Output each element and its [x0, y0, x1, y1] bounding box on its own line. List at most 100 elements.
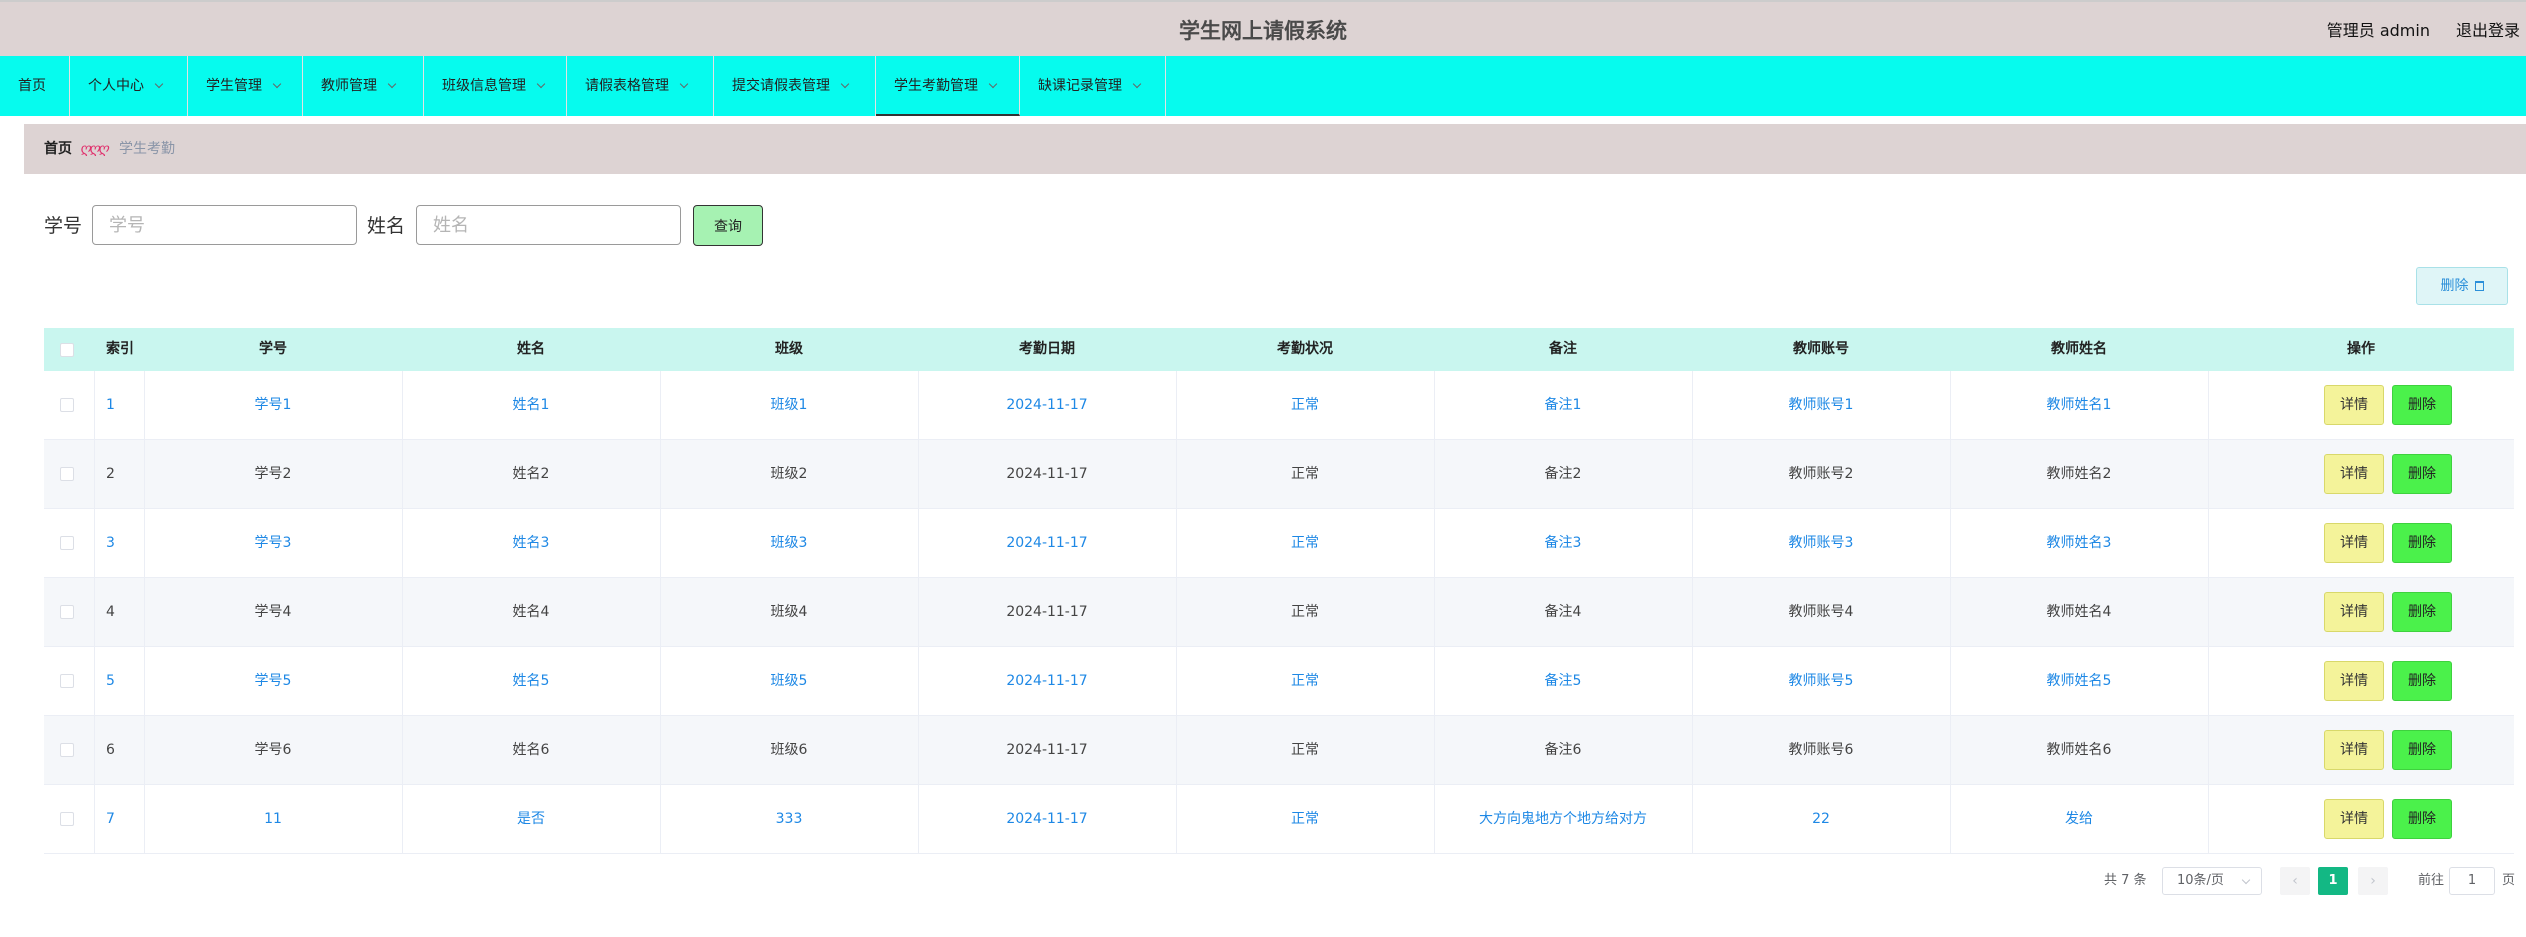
- nav-item-7[interactable]: 学生考勤管理: [876, 56, 1020, 116]
- batch-delete-label: 删除: [2440, 278, 2469, 294]
- nav-item-1[interactable]: 个人中心: [70, 56, 188, 116]
- nav-item-4[interactable]: 班级信息管理: [424, 56, 567, 116]
- student-id-input[interactable]: [92, 205, 357, 245]
- main-nav: 首页 个人中心 学生管理 教师管理 班级信息管理 请假表格管理 提交请假表管理 学生考勤管理 缺…: [0, 56, 2526, 116]
- table-row: 3 学号3 姓名3 班级3 2024-11-17 正常 备注3 教师账号3 教师姓名3 详情 删除: [44, 509, 2514, 578]
- name-input[interactable]: [416, 205, 681, 245]
- page-size-select[interactable]: 10条/页: [2162, 867, 2262, 895]
- main-content: 学号 姓名 查询 删除 索引学号姓名班级考勤日期考勤状况备注教师账号教师姓名操作…: [24, 186, 2526, 937]
- goto-unit-label: 页: [2502, 873, 2516, 888]
- student-id-label: 学号: [44, 215, 83, 237]
- nav-item-label: 提交请假表管理: [732, 78, 830, 94]
- goto-page-input[interactable]: 1: [2449, 867, 2495, 895]
- table-row: 2 学号2 姓名2 班级2 2024-11-17 正常 备注2 教师账号2 教师姓名2 详情 删除: [44, 440, 2514, 509]
- batch-delete-button[interactable]: 删除: [2416, 267, 2508, 305]
- table-row: 1 学号1 姓名1 班级1 2024-11-17 正常 备注1 教师账号1 教师姓名1 详情 删除: [44, 371, 2514, 440]
- detail-button[interactable]: 详情: [2324, 661, 2384, 701]
- pagination-total: 共 7 条: [2104, 873, 2147, 888]
- cell-name: 姓名4: [512, 604, 550, 620]
- query-button[interactable]: 查询: [693, 205, 763, 246]
- delete-button[interactable]: 删除: [2392, 523, 2452, 563]
- nav-item-5[interactable]: 请假表格管理: [567, 56, 714, 116]
- detail-button[interactable]: 详情: [2324, 592, 2384, 632]
- detail-button[interactable]: 详情: [2324, 385, 2384, 425]
- cell-student-id: 学号3: [254, 535, 292, 551]
- cell-index: 5: [106, 673, 115, 689]
- cell-name: 姓名2: [512, 466, 550, 482]
- cell-status: 正常: [1291, 397, 1319, 413]
- nav-item-label: 班级信息管理: [442, 78, 526, 94]
- detail-button[interactable]: 详情: [2324, 799, 2384, 839]
- detail-button[interactable]: 详情: [2324, 454, 2384, 494]
- delete-button[interactable]: 删除: [2392, 385, 2452, 425]
- nav-item-6[interactable]: 提交请假表管理: [714, 56, 876, 116]
- nav-item-2[interactable]: 学生管理: [188, 56, 303, 116]
- cell-teacher-name: 教师姓名1: [2046, 397, 2112, 413]
- nav-item-label: 学生考勤管理: [894, 78, 978, 94]
- cell-class: 班级5: [770, 673, 808, 689]
- nav-item-label: 学生管理: [206, 78, 262, 94]
- cell-status: 正常: [1291, 811, 1319, 827]
- row-checkbox[interactable]: [60, 674, 74, 688]
- app-title: 学生网上请假系统: [1179, 19, 1347, 43]
- detail-button[interactable]: 详情: [2324, 523, 2384, 563]
- cell-teacher-account: 教师账号2: [1788, 466, 1854, 482]
- row-checkbox[interactable]: [60, 812, 74, 826]
- prev-page-button[interactable]: ‹: [2280, 867, 2310, 895]
- chevron-down-icon: [679, 79, 689, 89]
- cell-teacher-name: 教师姓名2: [2046, 466, 2112, 482]
- cell-remark: 大方向鬼地方个地方给对方: [1479, 811, 1647, 827]
- row-checkbox[interactable]: [60, 605, 74, 619]
- goto-label: 前往: [2418, 873, 2445, 888]
- delete-button[interactable]: 删除: [2392, 592, 2452, 632]
- chevron-down-icon: [272, 79, 282, 89]
- nav-item-label: 缺课记录管理: [1038, 78, 1122, 94]
- chevron-down-icon: [988, 79, 998, 89]
- row-checkbox[interactable]: [60, 536, 74, 550]
- cell-class: 333: [775, 811, 803, 827]
- cell-status: 正常: [1291, 466, 1319, 482]
- column-header: 考勤状况: [1277, 341, 1333, 357]
- cell-name: 姓名1: [512, 397, 550, 413]
- cell-index: 7: [106, 811, 115, 827]
- page-size-value: 10条/页: [2177, 873, 2224, 888]
- row-checkbox[interactable]: [60, 467, 74, 481]
- cell-status: 正常: [1291, 673, 1319, 689]
- logout-link[interactable]: 退出登录: [2456, 21, 2520, 40]
- next-page-button[interactable]: ›: [2358, 867, 2388, 895]
- page-number-current[interactable]: 1: [2318, 867, 2348, 895]
- cell-student-id: 学号6: [254, 742, 292, 758]
- cell-class: 班级3: [770, 535, 808, 551]
- table-row: 4 学号4 姓名4 班级4 2024-11-17 正常 备注4 教师账号4 教师姓名4 详情 删除: [44, 578, 2514, 647]
- cell-class: 班级2: [770, 466, 808, 482]
- nav-item-0[interactable]: 首页: [0, 56, 70, 116]
- select-all-checkbox[interactable]: [60, 342, 74, 357]
- nav-item-label: 首页: [18, 78, 46, 94]
- row-checkbox[interactable]: [60, 398, 74, 412]
- breadcrumb-separator: ღღღ: [80, 141, 109, 157]
- cell-remark: 备注4: [1544, 604, 1582, 620]
- chevron-down-icon: [154, 79, 164, 89]
- chevron-down-icon: [840, 79, 850, 89]
- row-checkbox[interactable]: [60, 743, 74, 757]
- user-area: 管理员 admin 退出登录: [2327, 2, 2526, 60]
- delete-button[interactable]: 删除: [2392, 799, 2452, 839]
- column-header: 学号: [259, 341, 287, 357]
- table-row: 6 学号6 姓名6 班级6 2024-11-17 正常 备注6 教师账号6 教师姓名6 详情 删除: [44, 716, 2514, 785]
- cell-name: 是否: [517, 811, 545, 827]
- cell-remark: 备注2: [1544, 466, 1582, 482]
- column-header: 考勤日期: [1019, 341, 1075, 357]
- nav-item-3[interactable]: 教师管理: [303, 56, 424, 116]
- cell-status: 正常: [1291, 742, 1319, 758]
- delete-button[interactable]: 删除: [2392, 661, 2452, 701]
- breadcrumb-home[interactable]: 首页: [44, 124, 72, 174]
- column-header: 备注: [1549, 341, 1577, 357]
- table-row: 5 学号5 姓名5 班级5 2024-11-17 正常 备注5 教师账号5 教师姓名5 详情 删除: [44, 647, 2514, 716]
- delete-button[interactable]: 删除: [2392, 730, 2452, 770]
- nav-item-8[interactable]: 缺课记录管理: [1020, 56, 1166, 116]
- detail-button[interactable]: 详情: [2324, 730, 2384, 770]
- chevron-down-icon: [2241, 875, 2251, 885]
- delete-button[interactable]: 删除: [2392, 454, 2452, 494]
- cell-name: 姓名6: [512, 742, 550, 758]
- cell-index: 6: [106, 742, 115, 758]
